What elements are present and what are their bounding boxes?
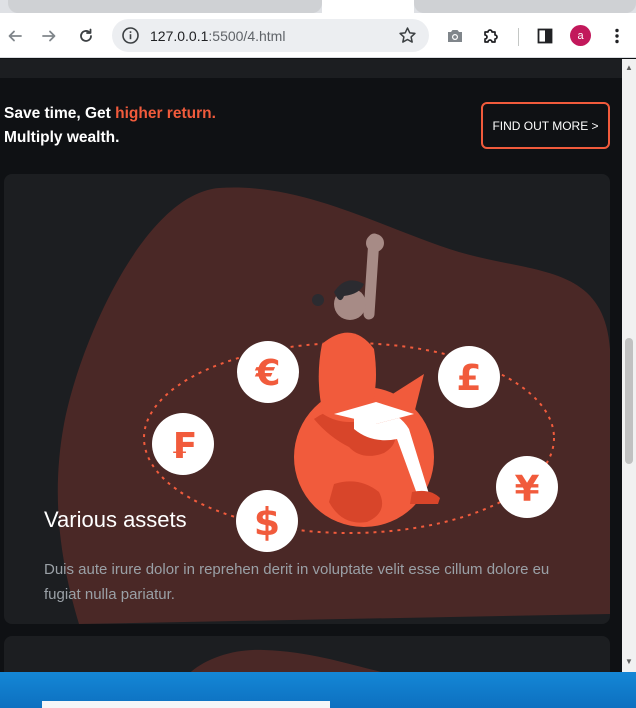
info-icon bbox=[122, 27, 139, 44]
scroll-down-arrow[interactable]: ▼ bbox=[625, 658, 633, 666]
camera-icon bbox=[448, 30, 462, 42]
url-path: :5500/4.html bbox=[208, 28, 286, 44]
menu-button[interactable] bbox=[607, 26, 627, 46]
extensions-button[interactable] bbox=[481, 26, 501, 46]
background-blob bbox=[191, 649, 382, 672]
yen-coin: ¥ bbox=[496, 456, 558, 518]
url-host: 127.0.0.1 bbox=[150, 28, 209, 44]
scroll-up-arrow[interactable]: ▲ bbox=[625, 64, 633, 72]
promo-highlight: higher return. bbox=[115, 105, 216, 122]
franc-symbol: ₣ bbox=[170, 426, 195, 467]
reload-icon bbox=[80, 28, 92, 42]
sidebar-icon bbox=[537, 28, 553, 44]
feature-card: € £ ₣ $ ¥ Various assets Duis aute irure… bbox=[4, 174, 610, 624]
url-text: 127.0.0.1:5500/4.html bbox=[150, 28, 285, 44]
bookmark-button[interactable] bbox=[398, 26, 417, 45]
scroll-thumb[interactable] bbox=[625, 338, 633, 464]
pound-symbol: £ bbox=[456, 358, 481, 399]
forward-arrow-icon bbox=[42, 30, 56, 42]
yen-symbol: ¥ bbox=[514, 469, 539, 510]
side-panel-button[interactable] bbox=[535, 26, 555, 46]
puzzle-extension-icon bbox=[484, 29, 498, 43]
avatar-letter: a bbox=[577, 29, 584, 42]
browser-tab-inactive[interactable] bbox=[414, 0, 636, 13]
find-out-more-button[interactable]: FIND OUT MORE > bbox=[481, 102, 610, 149]
address-bar[interactable]: 127.0.0.1:5500/4.html bbox=[112, 19, 429, 52]
dollar-coin: $ bbox=[236, 490, 298, 552]
browser-toolbar: 127.0.0.1:5500/4.html a bbox=[0, 13, 636, 58]
browser-tab-inactive[interactable] bbox=[8, 0, 322, 13]
reload-button[interactable] bbox=[73, 23, 99, 49]
star-icon bbox=[399, 27, 416, 43]
promo-line2: Multiply wealth. bbox=[4, 129, 120, 146]
forward-button[interactable] bbox=[36, 23, 62, 49]
euro-coin: € bbox=[237, 341, 299, 403]
kebab-menu-icon bbox=[615, 28, 619, 44]
euro-symbol: € bbox=[254, 353, 280, 394]
taskbar-window-preview[interactable] bbox=[42, 701, 330, 708]
back-button[interactable] bbox=[2, 23, 28, 49]
person-hair-bun bbox=[312, 294, 324, 306]
promo-tagline: Save time, Get higher return. Multiply w… bbox=[4, 102, 216, 150]
previous-section-bottom bbox=[0, 59, 622, 78]
screenshot-button[interactable] bbox=[445, 26, 465, 46]
feature-card bbox=[4, 636, 610, 672]
tab-strip bbox=[0, 0, 636, 13]
card-illustration bbox=[191, 649, 382, 672]
os-taskbar bbox=[0, 672, 636, 708]
browser-tab-active[interactable] bbox=[322, 0, 414, 13]
site-info-button[interactable] bbox=[121, 26, 140, 45]
toolbar-divider bbox=[518, 28, 519, 46]
card-title: Various assets bbox=[44, 507, 187, 532]
promo-line1-prefix: Save time, Get bbox=[4, 105, 116, 122]
page-viewport: Save time, Get higher return. Multiply w… bbox=[0, 59, 622, 672]
person-fist bbox=[366, 234, 384, 252]
card-description: Duis aute irure dolor in reprehen derit … bbox=[44, 561, 550, 603]
page-scrollbar[interactable]: ▲ ▼ bbox=[622, 59, 636, 672]
back-arrow-icon bbox=[8, 30, 22, 42]
pound-coin: £ bbox=[438, 346, 500, 408]
avatar[interactable]: a bbox=[570, 25, 591, 46]
franc-coin: ₣ bbox=[152, 413, 214, 475]
dollar-symbol: $ bbox=[254, 500, 280, 544]
